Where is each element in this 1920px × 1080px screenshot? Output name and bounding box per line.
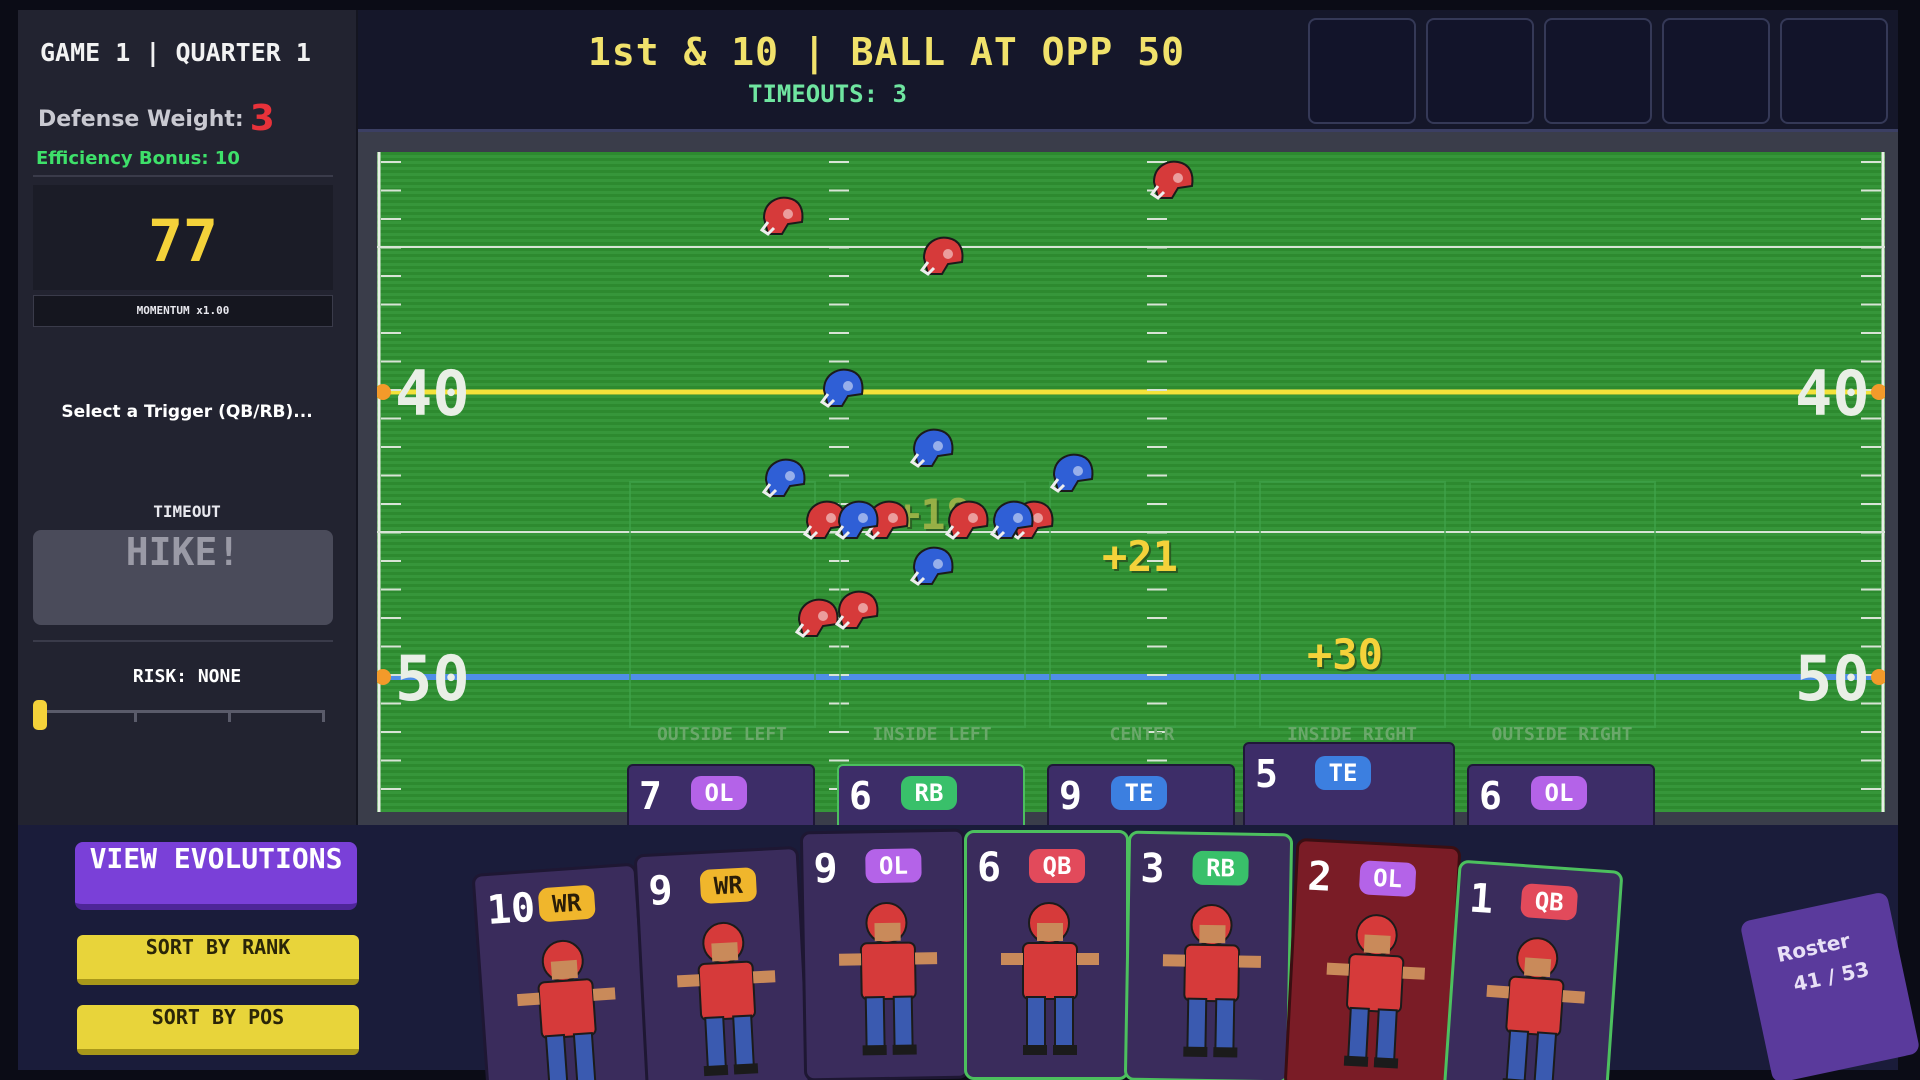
left-panel: GAME 1 | QUARTER 1 Defense Weight: 3 Effi…	[18, 10, 358, 825]
card-position-badge: WR	[537, 884, 596, 923]
offense-helmet-icon[interactable]	[988, 498, 1036, 542]
player-sprite-icon	[838, 901, 938, 1056]
player-card[interactable]: 9 WR	[633, 845, 812, 1080]
bonus-inside-right: +30	[1307, 630, 1383, 679]
card-position-badge: WR	[699, 867, 758, 905]
card-number: 3	[1140, 845, 1166, 893]
player-sprite-icon	[676, 921, 776, 1077]
card-position-badge: QB	[1029, 849, 1085, 883]
play-slot[interactable]	[1780, 18, 1888, 124]
sort-by-pos-button[interactable]: SORT BY POS	[77, 1005, 359, 1055]
sort-by-rank-button[interactable]: SORT BY RANK	[77, 935, 359, 985]
efficiency-bonus: Efficiency Bonus: 10	[36, 148, 240, 169]
top-bar: 1st & 10 | BALL AT OPP 50 TIMEOUTS: 3	[358, 10, 1898, 132]
zone-slot-inside-right[interactable]: 5 TE	[1243, 742, 1455, 836]
view-evolutions-button[interactable]: VIEW EVOLUTIONS	[75, 842, 357, 910]
field-markings	[377, 152, 1885, 812]
player-sprite-icon	[1326, 914, 1426, 1069]
game-quarter-label: GAME 1 | QUARTER 1	[40, 38, 311, 67]
timeouts-remaining: TIMEOUTS: 3	[748, 80, 907, 108]
slot-number: 6	[849, 774, 872, 818]
zone-label-outside-right: OUTSIDE RIGHT	[1491, 724, 1633, 745]
play-slot[interactable]	[1308, 18, 1416, 124]
card-number: 1	[1467, 875, 1495, 923]
card-position-badge: QB	[1520, 883, 1579, 921]
card-number: 10	[485, 884, 537, 935]
hike-button[interactable]: HIKE!	[33, 530, 333, 625]
roster-count: 41 / 53	[1791, 956, 1872, 997]
slot-number: 5	[1255, 752, 1278, 796]
divider	[33, 640, 333, 642]
position-badge: TE	[1111, 776, 1167, 810]
player-sprite-icon	[516, 939, 616, 1080]
score-box: 77	[33, 185, 333, 290]
player-card[interactable]: 10 WR	[471, 862, 654, 1080]
slot-number: 7	[639, 774, 662, 818]
slider-tick	[322, 710, 325, 722]
offense-helmet-icon[interactable]	[818, 366, 866, 410]
play-slot[interactable]	[1662, 18, 1770, 124]
player-card[interactable]: 9 OL	[799, 828, 970, 1080]
defense-weight-label: Defense Weight:	[38, 107, 244, 132]
slot-number: 9	[1059, 774, 1082, 818]
player-card[interactable]: 6 QB	[964, 830, 1129, 1080]
position-badge: OL	[691, 776, 747, 810]
card-number: 9	[813, 845, 838, 893]
defense-weight-value: 3	[249, 98, 275, 139]
defender-helmet-icon	[1148, 158, 1196, 202]
risk-label: RISK: NONE	[132, 666, 242, 687]
player-sprite-icon	[1001, 902, 1099, 1055]
slot-number: 6	[1479, 774, 1502, 818]
player-sprite-icon	[1162, 904, 1262, 1058]
trigger-prompt: Select a Trigger (QB/RB)...	[61, 402, 313, 422]
card-number: 9	[647, 867, 674, 915]
position-badge: OL	[1531, 776, 1587, 810]
yard-number-40-left: 40	[395, 357, 470, 430]
card-number: 6	[977, 845, 1002, 891]
player-card[interactable]: 1 QB	[1441, 859, 1624, 1080]
defender-helmet-icon	[833, 588, 881, 632]
down-and-distance: 1st & 10 | BALL AT OPP 50	[588, 30, 1185, 74]
card-number: 2	[1306, 853, 1333, 901]
yard-number-50-right: 50	[1795, 642, 1870, 715]
yard-number-50-left: 50	[395, 642, 470, 715]
play-slot[interactable]	[1426, 18, 1534, 124]
position-badge: TE	[1315, 756, 1371, 790]
yard-number-40-right: 40	[1795, 357, 1870, 430]
offense-helmet-icon[interactable]	[833, 498, 881, 542]
football-field: 40 40 50 50 OUTSIDE LEFT INSIDE LEFT CEN…	[377, 152, 1885, 836]
player-sprite-icon	[1486, 937, 1586, 1080]
slider-tick	[134, 710, 137, 722]
offense-helmet-icon[interactable]	[908, 544, 956, 588]
slider-tick	[228, 710, 231, 722]
defender-helmet-icon	[758, 194, 806, 238]
risk-slider-handle[interactable]	[33, 700, 47, 730]
offense-helmet-icon[interactable]	[1048, 451, 1096, 495]
defender-helmet-icon	[918, 234, 966, 278]
card-position-badge: OL	[1358, 860, 1417, 898]
zone-label-inside-left: INSIDE LEFT	[872, 724, 992, 745]
player-card[interactable]: 3 RB	[1123, 830, 1294, 1080]
zone-label-center: CENTER	[1109, 724, 1175, 745]
defender-helmet-icon	[943, 498, 991, 542]
play-slot[interactable]	[1544, 18, 1652, 124]
player-card[interactable]: 2 OL	[1283, 837, 1462, 1080]
zone-label-outside-left: OUTSIDE LEFT	[656, 724, 788, 745]
score-value: 77	[148, 207, 218, 275]
momentum-label: MOMENTUM x1.00	[33, 295, 333, 327]
position-badge: RB	[901, 776, 957, 810]
timeout-button[interactable]: TIMEOUT	[18, 502, 356, 521]
risk-slider-track	[40, 710, 325, 722]
divider	[33, 175, 333, 177]
card-position-badge: OL	[865, 848, 922, 884]
card-position-badge: RB	[1192, 850, 1249, 886]
offense-helmet-icon[interactable]	[760, 456, 808, 500]
bonus-center: +21	[1102, 532, 1178, 581]
defense-weight: Defense Weight: 3	[38, 98, 275, 139]
offense-helmet-icon[interactable]	[908, 426, 956, 470]
